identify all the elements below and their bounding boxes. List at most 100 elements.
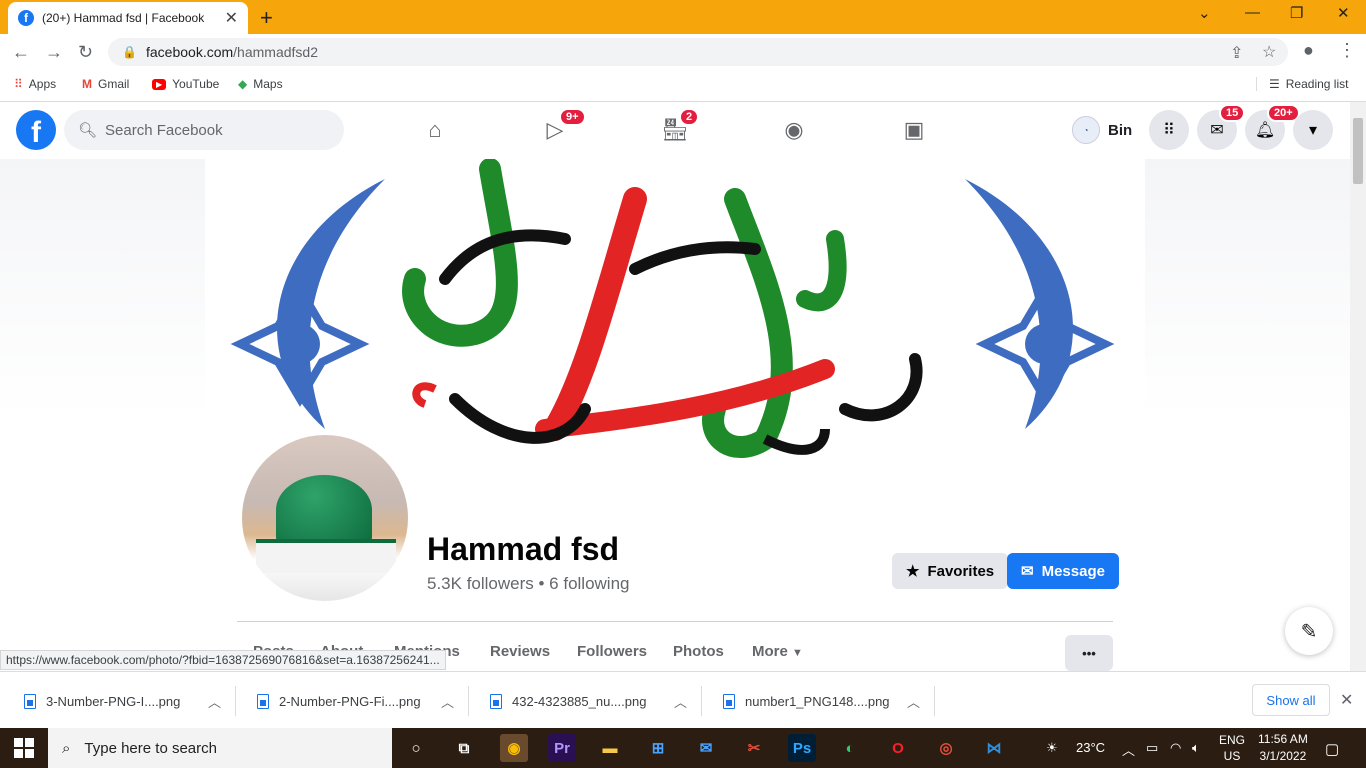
reading-list[interactable]: ☰ Reading list bbox=[1256, 77, 1348, 91]
building-base-image bbox=[256, 539, 396, 573]
profile-stats[interactable]: 5.3K followers • 6 following bbox=[427, 574, 630, 594]
photoshop-icon[interactable]: Ps bbox=[788, 734, 816, 762]
bookmark-apps[interactable]: ⠿ Apps bbox=[14, 77, 56, 91]
taskbar-search[interactable]: ⌕ Type here to search bbox=[48, 728, 392, 768]
image-file-icon bbox=[257, 693, 269, 709]
share-icon[interactable]: ⇪ bbox=[1230, 43, 1243, 63]
browser-tab[interactable]: f (20+) Hammad fsd | Facebook ✕ bbox=[8, 2, 248, 34]
facebook-logo-icon[interactable]: f bbox=[16, 110, 56, 150]
tab-followers[interactable]: Followers bbox=[577, 643, 647, 660]
message-button[interactable]: ✉ Message bbox=[1007, 553, 1119, 589]
maps-icon: ◆ bbox=[238, 77, 248, 91]
facebook-search[interactable]: 🔍︎ Search Facebook bbox=[64, 110, 344, 150]
watch-badge: 9+ bbox=[559, 108, 586, 126]
lock-icon: 🔒 bbox=[122, 45, 137, 59]
gmail-icon: M bbox=[82, 77, 92, 91]
weather-icon[interactable]: ☀ bbox=[1046, 740, 1058, 756]
groups-icon[interactable]: ◉ bbox=[774, 114, 814, 146]
favorites-button[interactable]: ★ Favorites bbox=[892, 553, 1009, 589]
bookmark-gmail[interactable]: M Gmail bbox=[82, 77, 129, 91]
bookmarks-bar: ⠿ Apps M Gmail ▶ YouTube ◆ Maps ☰ Reading lis… bbox=[0, 70, 1366, 102]
youtube-icon: ▶ bbox=[152, 78, 167, 90]
download-item[interactable]: 432-4323885_nu....png ︿ bbox=[470, 686, 702, 716]
tab-more[interactable]: More ▼ bbox=[752, 643, 803, 660]
action-center-icon[interactable]: ▢ bbox=[1325, 740, 1339, 758]
messenger-icon[interactable]: ✉ 15 bbox=[1197, 104, 1246, 150]
store-icon[interactable]: ⊞ bbox=[644, 734, 672, 762]
close-tab-icon[interactable]: ✕ bbox=[225, 8, 238, 28]
edge-icon[interactable]: ◐ bbox=[836, 734, 864, 762]
chevron-up-icon[interactable]: ︿ bbox=[907, 692, 920, 711]
close-download-shelf-icon[interactable]: ✕ bbox=[1340, 690, 1353, 710]
tab-title: (20+) Hammad fsd | Facebook bbox=[42, 11, 205, 25]
paint-icon[interactable]: ✂ bbox=[740, 734, 768, 762]
close-window-icon[interactable]: ✕ bbox=[1337, 4, 1350, 22]
marketplace-icon[interactable]: 🏪︎ 2 bbox=[655, 108, 700, 146]
chevron-up-icon[interactable]: ︿ bbox=[208, 692, 221, 711]
vscode-icon[interactable]: ⋈ bbox=[980, 734, 1008, 762]
chevron-up-icon[interactable]: ︿ bbox=[441, 692, 454, 711]
facebook-favicon-icon: f bbox=[18, 10, 34, 26]
opera-icon[interactable]: O bbox=[884, 734, 912, 762]
show-all-button[interactable]: Show all bbox=[1252, 684, 1330, 716]
wifi-icon[interactable]: ◠ bbox=[1170, 740, 1181, 756]
language-indicator[interactable]: ENG US bbox=[1219, 732, 1245, 764]
profile-shortcut-name: Bin bbox=[1108, 121, 1133, 139]
app-icon[interactable]: ◎ bbox=[932, 734, 960, 762]
reload-icon[interactable]: ↻ bbox=[78, 42, 93, 63]
file-explorer-icon[interactable]: ▬ bbox=[596, 734, 624, 762]
cortana-icon[interactable]: ○ bbox=[402, 734, 430, 762]
account-chevron-icon[interactable]: ▾ bbox=[1293, 110, 1333, 150]
facebook-header: f 🔍︎ Search Facebook ⌂ ▷ 9+ 🏪︎ 2 ◉ ▣ ◔ B… bbox=[0, 102, 1350, 159]
task-view-icon[interactable]: ⧉ bbox=[450, 734, 478, 762]
scrollbar-thumb[interactable] bbox=[1353, 118, 1363, 184]
bookmark-star-icon[interactable]: ☆ bbox=[1262, 42, 1276, 62]
new-tab-icon[interactable]: + bbox=[260, 5, 273, 31]
back-icon[interactable]: ← bbox=[12, 42, 30, 63]
mail-icon[interactable]: ✉ bbox=[692, 734, 720, 762]
chevron-up-icon[interactable]: ︿ bbox=[674, 692, 687, 711]
star-icon: ★ bbox=[906, 563, 920, 580]
profile-icon[interactable]: ● bbox=[1303, 40, 1314, 61]
notifications-icon[interactable]: 🔔︎ 20+ bbox=[1245, 104, 1300, 150]
tab-photos[interactable]: Photos bbox=[673, 643, 724, 660]
profile-name: Hammad fsd bbox=[427, 531, 620, 567]
premiere-icon[interactable]: Pr bbox=[548, 734, 576, 762]
gaming-icon[interactable]: ▣ bbox=[894, 114, 934, 146]
volume-icon[interactable]: 🔈︎ bbox=[1192, 740, 1200, 756]
search-placeholder: Search Facebook bbox=[105, 121, 223, 139]
avatar: ◔ bbox=[1072, 116, 1100, 144]
bookmark-maps[interactable]: ◆ Maps bbox=[238, 77, 283, 91]
battery-icon[interactable]: ▭ bbox=[1146, 740, 1158, 756]
tab-search-icon[interactable]: ⌄ bbox=[1198, 4, 1211, 22]
chrome-icon[interactable]: ◉ bbox=[500, 734, 528, 762]
omnibox[interactable]: 🔒 facebook.com/hammadfsd2 ⇪ ☆ bbox=[108, 38, 1288, 66]
download-item[interactable]: 2-Number-PNG-Fi....png ︿ bbox=[237, 686, 469, 716]
tab-reviews[interactable]: Reviews bbox=[490, 643, 550, 660]
windows-start-icon[interactable] bbox=[14, 738, 34, 758]
search-icon: 🔍︎ bbox=[78, 122, 98, 139]
more-options-button[interactable]: ••• bbox=[1065, 635, 1113, 671]
messenger-badge: 15 bbox=[1219, 104, 1246, 122]
maximize-icon[interactable]: ❐ bbox=[1290, 4, 1303, 22]
minimize-icon[interactable]: — bbox=[1245, 4, 1260, 21]
bookmark-youtube[interactable]: ▶ YouTube bbox=[152, 77, 219, 91]
messenger-icon: ✉ bbox=[1021, 563, 1034, 580]
download-item[interactable]: number1_PNG148....png ︿ bbox=[703, 686, 935, 716]
status-bar-url: https://www.facebook.com/photo/?fbid=163… bbox=[0, 650, 446, 670]
forward-icon[interactable]: → bbox=[45, 42, 63, 63]
tray-chevron-icon[interactable]: ︿ bbox=[1122, 740, 1135, 759]
windows-taskbar: ⌕ Type here to search ○ ⧉ ◉ Pr ▬ ⊞ ✉ ✂ P… bbox=[0, 728, 1366, 768]
home-icon[interactable]: ⌂ bbox=[415, 114, 455, 146]
download-shelf: 3-Number-PNG-I....png ︿ 2-Number-PNG-Fi..… bbox=[0, 671, 1366, 728]
profile-shortcut[interactable]: ◔ Bin bbox=[1072, 116, 1132, 144]
download-item[interactable]: 3-Number-PNG-I....png ︿ bbox=[4, 686, 236, 716]
profile-picture[interactable] bbox=[238, 431, 412, 605]
menu-grid-icon[interactable]: ⠿ bbox=[1149, 110, 1189, 150]
new-message-icon[interactable]: ✎ bbox=[1285, 607, 1333, 655]
watch-icon[interactable]: ▷ 9+ bbox=[535, 108, 586, 146]
weather-temp[interactable]: 23°C bbox=[1076, 740, 1105, 755]
page-scrollbar[interactable] bbox=[1350, 102, 1366, 671]
clock[interactable]: 11:56 AM 3/1/2022 bbox=[1258, 731, 1308, 765]
menu-icon[interactable]: ⋮ bbox=[1338, 40, 1356, 61]
